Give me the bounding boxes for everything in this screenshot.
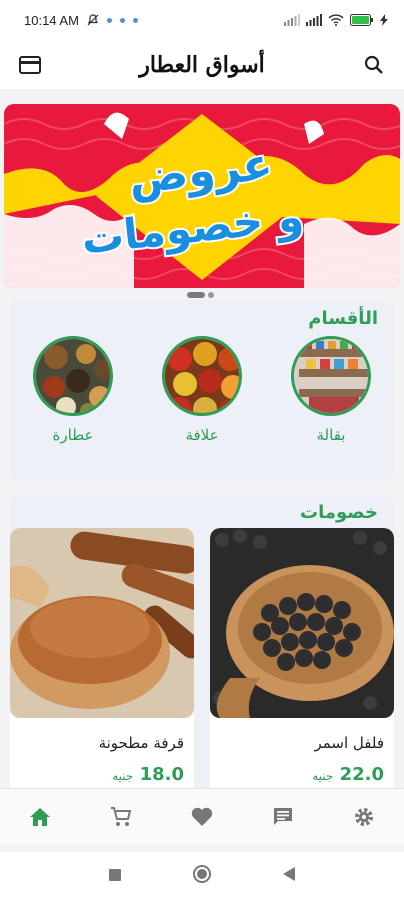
category-image-grocery (291, 336, 371, 416)
product-name: قرفة مطحونة (98, 734, 184, 752)
product-name: فلفل اسمر (314, 734, 384, 752)
carousel-indicator (187, 292, 214, 298)
category-label-feed: علافة (185, 426, 219, 444)
price-currency: جنيه (112, 769, 134, 783)
discounts-title: خصومات (300, 502, 378, 523)
search-icon (364, 55, 383, 74)
circle-icon (193, 865, 211, 883)
back-button[interactable] (282, 866, 296, 886)
product-image-black-pepper (210, 528, 394, 718)
banner-graphic: عروض و خصومات (4, 104, 400, 288)
heart-icon (191, 807, 213, 826)
price-currency: جنيه (312, 769, 334, 783)
home-system-button[interactable] (192, 864, 212, 888)
notification-dot-icon (132, 17, 138, 23)
price-value: 18.0 (139, 764, 184, 785)
card-button[interactable] (16, 51, 44, 79)
categories-section: الأقسام بقالة علافة عطارة (10, 300, 394, 482)
category-grocery[interactable]: بقالة (286, 336, 376, 444)
nav-home[interactable] (20, 797, 60, 837)
recents-button[interactable] (108, 867, 122, 886)
categories-title: الأقسام (308, 308, 378, 329)
carousel-dot (208, 292, 214, 298)
offers-banner[interactable]: عروض و خصومات (4, 104, 400, 288)
app-title: أسواق العطار (139, 51, 265, 78)
settings-icon (354, 807, 373, 826)
carousel-dot-active (187, 292, 205, 298)
system-navigation (0, 852, 404, 900)
home-icon (30, 807, 51, 826)
product-card-black-pepper[interactable]: فلفل اسمر 22.0 جنيه (210, 528, 394, 798)
nav-messages[interactable] (263, 797, 303, 837)
category-spices[interactable]: عطارة (28, 336, 118, 444)
price-value: 22.0 (339, 764, 384, 785)
mute-icon (87, 14, 99, 26)
notification-dot-icon (119, 17, 125, 23)
back-triangle-icon (283, 867, 295, 881)
category-feed[interactable]: علافة (157, 336, 247, 444)
app-bar: أسواق العطار (0, 40, 404, 90)
category-label-spices: عطارة (52, 426, 94, 444)
bottom-navigation (0, 788, 404, 844)
nav-settings[interactable] (344, 797, 384, 837)
product-price: 22.0 جنيه (308, 764, 384, 785)
nav-cart[interactable] (101, 797, 141, 837)
discounts-section: خصومات فلفل اسمر 22.0 جنيه قرفة مطحونة 1… (10, 494, 394, 798)
cart-icon (111, 806, 132, 826)
category-image-spices (33, 336, 113, 416)
square-icon (109, 868, 121, 881)
signal-icon (306, 14, 322, 26)
credit-card-icon (19, 55, 41, 74)
status-time: 10:14 AM (24, 12, 79, 28)
signal-icon (284, 14, 300, 26)
notification-dot-icon (106, 17, 112, 23)
nav-favorites[interactable] (182, 797, 222, 837)
product-image-cinnamon (10, 528, 194, 718)
category-label-grocery: بقالة (316, 426, 346, 444)
status-bar: 10:14 AM (0, 0, 404, 40)
battery-icon (350, 14, 373, 26)
product-price: 18.0 جنيه (108, 764, 184, 785)
category-image-feed (162, 336, 242, 416)
chat-icon (273, 807, 292, 825)
product-card-cinnamon[interactable]: قرفة مطحونة 18.0 جنيه (10, 528, 194, 798)
search-button[interactable] (360, 51, 388, 79)
charging-icon (380, 14, 388, 26)
wifi-icon (328, 14, 344, 26)
